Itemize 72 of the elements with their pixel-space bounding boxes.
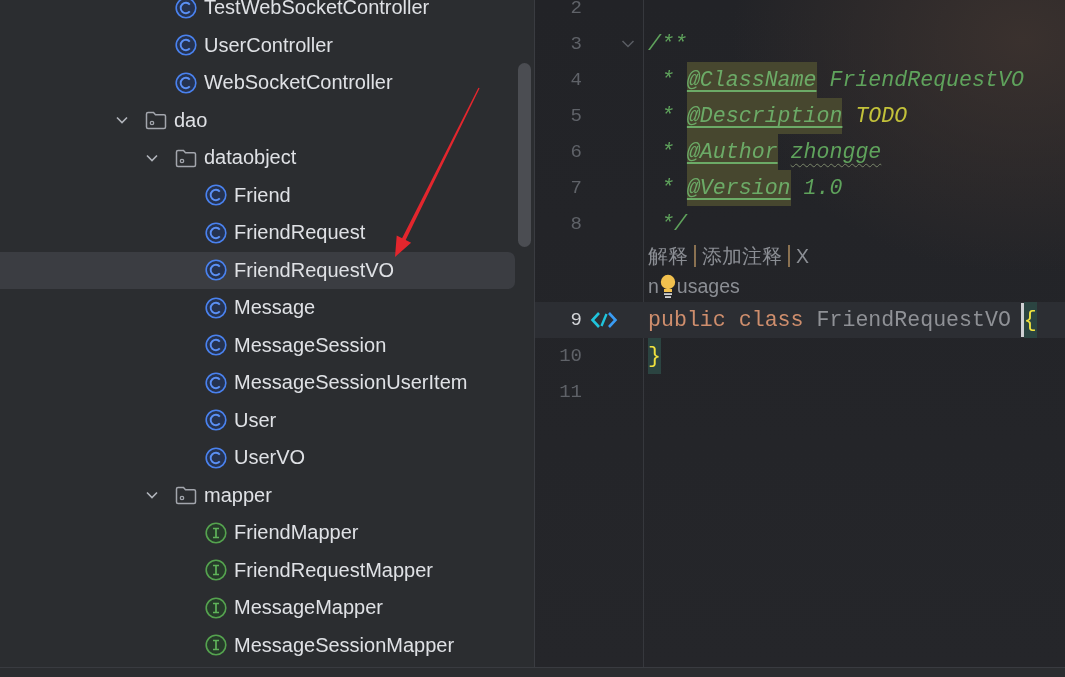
- tree-item[interactable]: FriendRequestMapper: [0, 551, 515, 589]
- line-number: 4: [569, 68, 583, 93]
- doc-comment: *: [660, 103, 674, 130]
- line-number: 11: [558, 380, 583, 405]
- interface-icon: [205, 559, 227, 582]
- doc-comment: 1.0: [803, 175, 843, 202]
- class-icon: [205, 259, 227, 282]
- keyword: class: [738, 307, 804, 334]
- tree-item[interactable]: MessageMapper: [0, 589, 515, 627]
- line-number: 2: [569, 0, 583, 21]
- interface-icon: [205, 634, 227, 657]
- class-icon: [205, 409, 227, 432]
- class-icon: [205, 371, 227, 394]
- tree-item[interactable]: FriendMapper: [0, 514, 515, 552]
- doc-comment: *: [660, 175, 674, 202]
- tree-item[interactable]: MessageSession: [0, 326, 515, 364]
- tree-item[interactable]: FriendRequest: [0, 214, 515, 252]
- line-number: 5: [569, 104, 583, 129]
- doc-comment: *: [660, 67, 674, 94]
- class-icon: [175, 0, 197, 19]
- line-number: 9: [569, 308, 583, 333]
- inlay-action-link[interactable]: 解释: [648, 242, 688, 270]
- scrollbar-thumb[interactable]: [518, 63, 531, 247]
- inlay-action-link[interactable]: X: [796, 244, 809, 268]
- line-number: 8: [569, 212, 583, 237]
- keyword: public: [648, 307, 726, 334]
- doc-comment: *: [660, 139, 674, 166]
- tree-item[interactable]: TestWebSocketController: [0, 0, 515, 27]
- line-number: 6: [569, 140, 583, 165]
- doc-tag: @Author: [686, 134, 778, 170]
- usages-hint-text: n: [648, 274, 659, 298]
- line-number: 10: [558, 344, 583, 369]
- interface-icon: [205, 596, 227, 619]
- class-icon: [205, 334, 227, 357]
- tree-item[interactable]: dao: [0, 101, 515, 139]
- doc-comment: FriendRequestVO: [829, 67, 1024, 94]
- tree-item[interactable]: UserVO: [0, 439, 515, 477]
- tree-item[interactable]: MessageSessionUserItem: [0, 364, 515, 402]
- misspelled-word: zhongge: [790, 139, 882, 166]
- class-icon: [205, 184, 227, 207]
- interface-icon: [205, 521, 227, 544]
- tree-item[interactable]: FriendRequestVO: [0, 251, 515, 289]
- class-icon: [175, 34, 197, 57]
- class-icon: [175, 71, 197, 94]
- tree-item[interactable]: UserController: [0, 26, 515, 64]
- tree-item[interactable]: mapper: [0, 476, 515, 514]
- doc-tag: @Version: [686, 170, 791, 206]
- class-icon: [205, 296, 227, 319]
- folder-icon: [175, 484, 197, 507]
- doc-tag: @ClassName: [686, 62, 817, 98]
- doc-comment: /**: [648, 31, 687, 58]
- class-icon: [205, 446, 227, 469]
- angle-brackets-icon[interactable]: [590, 311, 618, 329]
- tree-item[interactable]: User: [0, 401, 515, 439]
- tree-item[interactable]: Friend: [0, 176, 515, 214]
- tree-item[interactable]: MessageSessionMapper: [0, 626, 515, 664]
- class-name: FriendRequestVO: [816, 307, 1011, 334]
- doc-comment: */: [660, 211, 687, 238]
- tree-item[interactable]: dataobject: [0, 139, 515, 177]
- folder-icon: [145, 109, 167, 132]
- lightbulb-icon[interactable]: [659, 273, 676, 299]
- line-number: 7: [569, 176, 583, 201]
- class-icon: [205, 221, 227, 244]
- line-number: 3: [569, 32, 583, 57]
- todo-text: TODO: [855, 103, 908, 130]
- tree-item[interactable]: WebSocketController: [0, 64, 515, 102]
- inlay-action-link[interactable]: 添加注释: [702, 242, 782, 270]
- doc-tag: @Description: [686, 98, 843, 134]
- tree-item[interactable]: Message: [0, 289, 515, 327]
- text-cursor: [1020, 303, 1024, 337]
- matched-brace: }: [648, 338, 661, 374]
- usages-hint-text: usages: [676, 274, 740, 298]
